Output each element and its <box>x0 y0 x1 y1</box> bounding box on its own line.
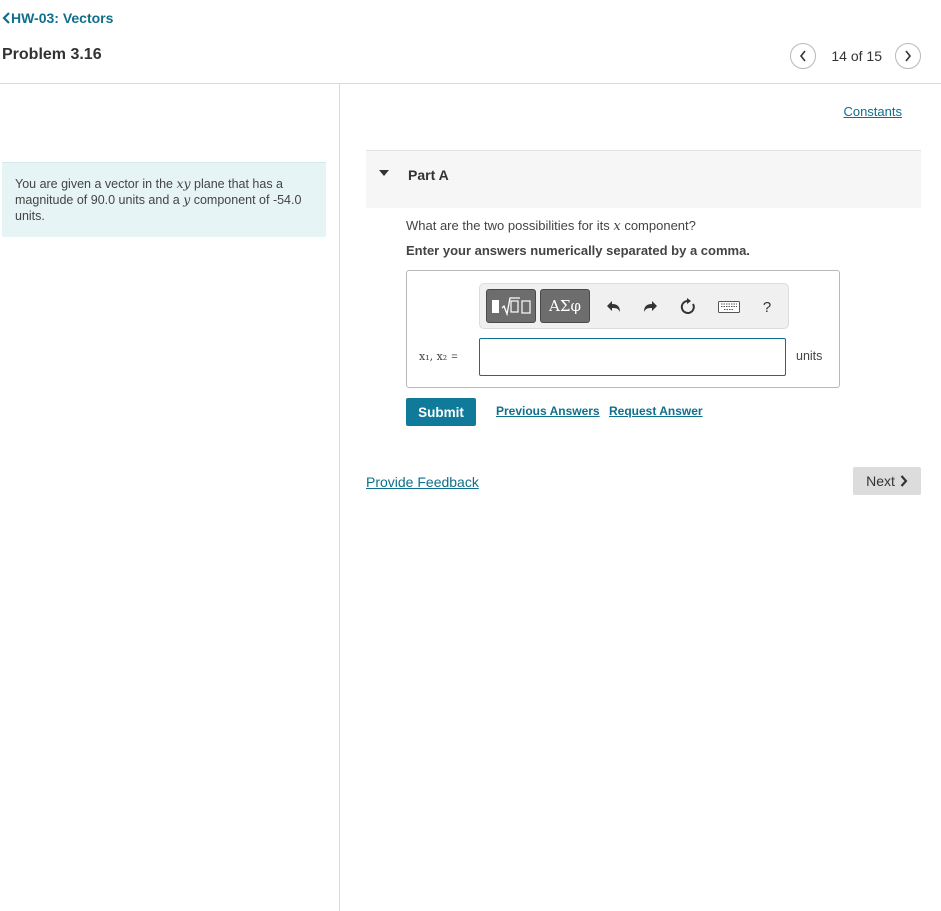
units-label: units <box>796 349 823 363</box>
provide-feedback-link[interactable]: Provide Feedback <box>366 474 479 490</box>
answer-variable-label: x₁, x₂ = <box>419 350 458 363</box>
assignment-link[interactable]: HW-03: Vectors <box>2 10 113 26</box>
header-divider <box>0 83 941 84</box>
keyboard-icon <box>718 301 740 313</box>
problem-stem: You are given a vector in the xy plane t… <box>2 162 326 237</box>
redo-button[interactable] <box>638 295 662 319</box>
submit-button[interactable]: Submit <box>406 398 476 426</box>
chevron-left-icon <box>2 12 10 24</box>
question-text-start: What are the two possibilities for its <box>406 218 614 233</box>
previous-answers-link[interactable]: Previous Answers <box>496 404 600 418</box>
template-icon <box>492 297 531 317</box>
assignment-link-label: HW-03: Vectors <box>11 10 114 26</box>
problem-pager: 14 of 15 <box>790 43 921 69</box>
help-button[interactable]: ? <box>756 295 778 319</box>
previous-problem-button[interactable] <box>790 43 817 69</box>
redo-icon <box>644 301 657 312</box>
answer-instruction: Enter your answers numerically separated… <box>406 243 750 258</box>
math-toolbar: ΑΣφ ? <box>479 283 789 329</box>
chevron-right-icon <box>905 50 912 62</box>
stem-text: You are given a vector in the <box>15 177 177 191</box>
undo-icon <box>607 301 620 312</box>
keyboard-button[interactable] <box>714 296 744 318</box>
equals-sign: = <box>451 351 458 363</box>
question-text-end: component? <box>620 218 696 233</box>
page-count: 14 of 15 <box>831 48 882 64</box>
collapse-triangle-icon[interactable] <box>379 170 389 176</box>
request-answer-link[interactable]: Request Answer <box>609 404 703 418</box>
answer-box: ΑΣφ ? x₁, x₂ = units <box>406 270 840 388</box>
question-text: What are the two possibilities for its x… <box>406 218 696 234</box>
greek-symbols-button[interactable]: ΑΣφ <box>540 289 590 323</box>
reset-button[interactable] <box>676 295 700 319</box>
chevron-left-icon <box>800 50 807 62</box>
pane-divider <box>339 84 340 911</box>
constants-link[interactable]: Constants <box>843 104 902 119</box>
reset-icon <box>680 298 695 314</box>
next-problem-button[interactable] <box>895 43 921 69</box>
answer-variables: x₁, x₂ <box>419 350 448 363</box>
part-a-header[interactable]: Part A <box>366 150 921 208</box>
undo-button[interactable] <box>602 295 626 319</box>
problem-title: Problem 3.16 <box>2 46 102 63</box>
chevron-right-icon <box>900 475 908 487</box>
next-button[interactable]: Next <box>853 467 921 495</box>
stem-var-xy: xy <box>176 176 191 191</box>
next-button-label: Next <box>866 473 895 489</box>
help-icon: ? <box>762 298 772 316</box>
answer-input[interactable] <box>479 338 786 376</box>
templates-button[interactable] <box>486 289 536 323</box>
question-var-x: x <box>613 219 621 234</box>
part-label: Part A <box>408 167 449 183</box>
